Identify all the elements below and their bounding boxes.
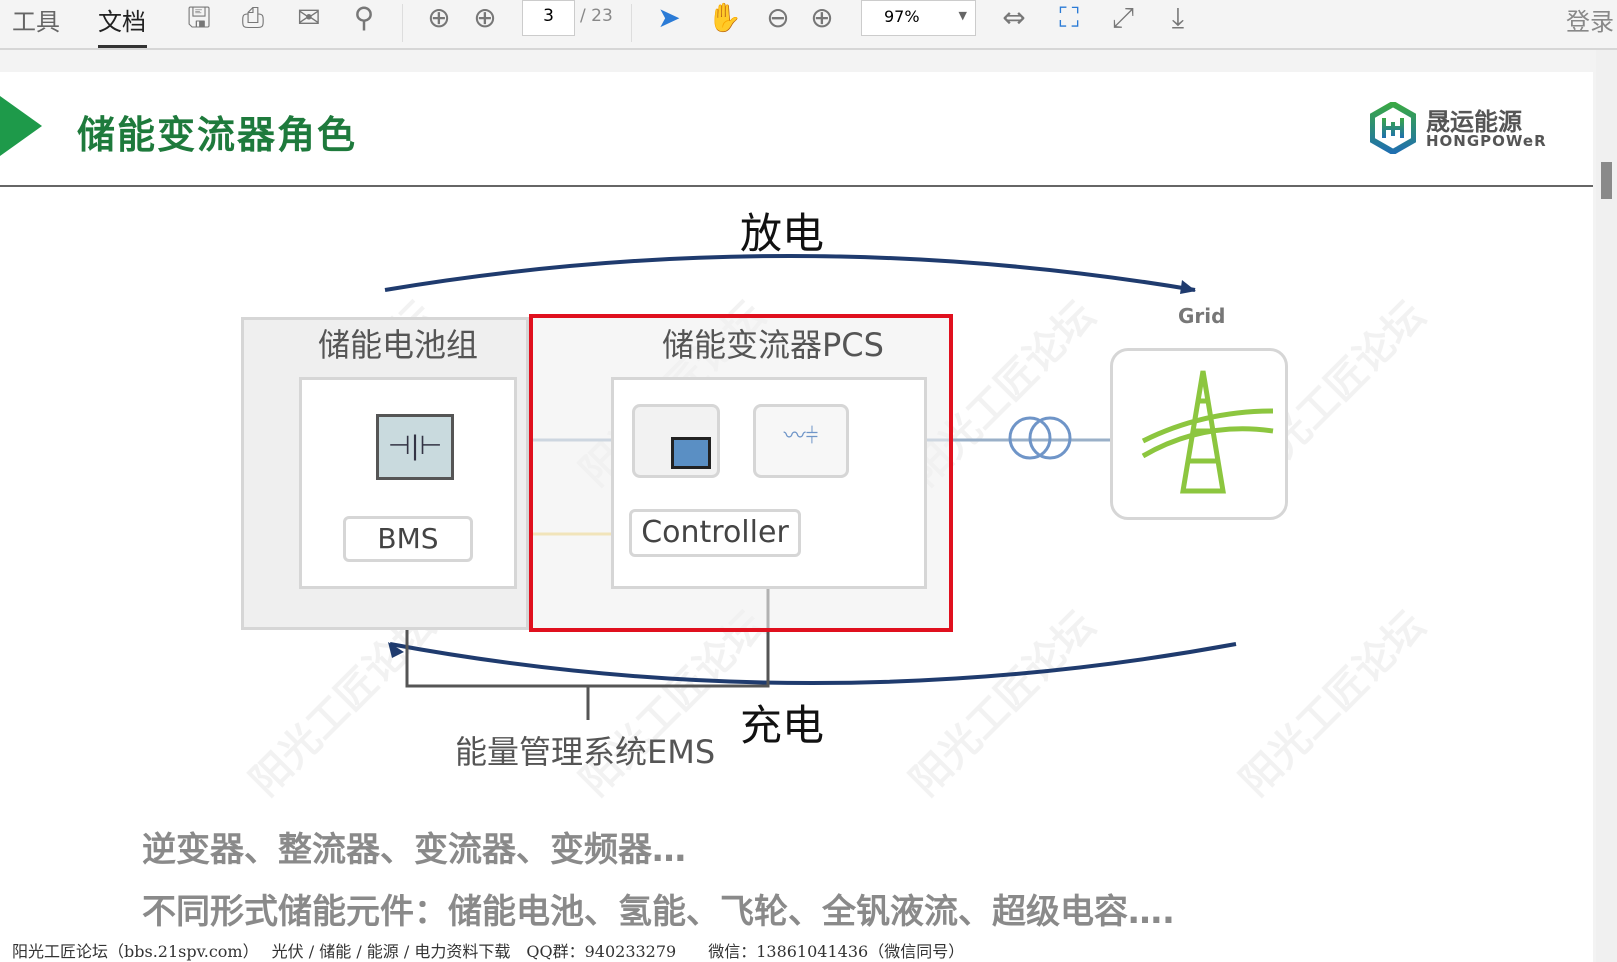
toolbar: 工具 文档 🖫 ⎙ ✉ ⚲ ⊕ ⊕ 3 / 23 ➤ ✋ ⊖ ⊕ 97% ▼ ⇔…: [0, 0, 1617, 50]
prev-page-icon[interactable]: ⊕: [422, 2, 456, 36]
fit-page-icon[interactable]: ⛶: [1052, 2, 1086, 36]
document-page: 储能变流器角色 晟运能源 HONGPOWeR 阳光工匠论坛 阳光工匠论坛 阳光工…: [0, 72, 1593, 962]
email-icon[interactable]: ✉: [292, 2, 326, 36]
charge-arc: [389, 642, 1237, 685]
search-icon[interactable]: ⚲: [347, 2, 381, 36]
fullscreen-icon[interactable]: ⤢: [1106, 2, 1140, 36]
discharge-arc: [384, 254, 1196, 292]
select-cursor-icon[interactable]: ➤: [652, 2, 686, 36]
bullet-2: 不同形式储能元件：储能电池、氢能、飞轮、全钒液流、超级电容….: [142, 892, 1175, 932]
charge-label: 充电: [740, 701, 825, 750]
tab-tools[interactable]: 工具: [12, 2, 60, 37]
tab-document[interactable]: 文档: [98, 2, 146, 37]
zoom-out-icon[interactable]: ⊖: [761, 2, 795, 36]
print-icon[interactable]: ⎙: [236, 2, 270, 36]
inverter-icon: [632, 404, 720, 478]
discharge-label: 放电: [740, 209, 825, 258]
filter-icon: 〰⫩: [753, 404, 849, 478]
chevron-down-icon: ▼: [958, 9, 967, 22]
footer-text: 阳光工匠论坛（bbs.21spv.com） 光伏 / 储能 / 能源 / 电力资…: [12, 942, 965, 961]
inverter-module-icon: [671, 437, 711, 469]
fit-width-icon[interactable]: ⇔: [997, 2, 1031, 36]
battery-group-label: 储能电池组: [318, 326, 479, 364]
ems-label: 能量管理系统EMS: [455, 733, 716, 771]
grid-box: [1110, 348, 1288, 520]
grid-label: Grid: [1178, 304, 1226, 328]
pcs-label: 储能变流器PCS: [662, 326, 884, 364]
bullet-1: 逆变器、整流器、变流器、变频器…: [142, 830, 686, 870]
hand-tool-icon[interactable]: ✋: [707, 2, 742, 36]
discharge-arrowhead: [1180, 280, 1196, 294]
battery-icon: ⊣|⊢: [376, 414, 454, 480]
page-number-input[interactable]: 3: [522, 0, 575, 36]
power-tower-icon: [1141, 370, 1274, 494]
divider: [402, 4, 403, 42]
divider: [631, 4, 632, 42]
zoom-select[interactable]: 97% ▼: [861, 0, 976, 36]
page-total: / 23: [580, 6, 613, 26]
zoom-value: 97%: [884, 7, 920, 26]
next-page-icon[interactable]: ⊕: [468, 2, 502, 36]
login-button[interactable]: 登录: [1566, 2, 1614, 37]
zoom-in-icon[interactable]: ⊕: [805, 2, 839, 36]
save-icon[interactable]: 🖫: [182, 2, 216, 36]
bms-box: BMS: [343, 516, 473, 562]
scrollbar-thumb[interactable]: [1601, 162, 1612, 199]
active-tab-indicator: [98, 45, 147, 48]
controller-box: Controller: [629, 509, 801, 557]
read-mode-icon[interactable]: ⤓: [1161, 2, 1195, 36]
